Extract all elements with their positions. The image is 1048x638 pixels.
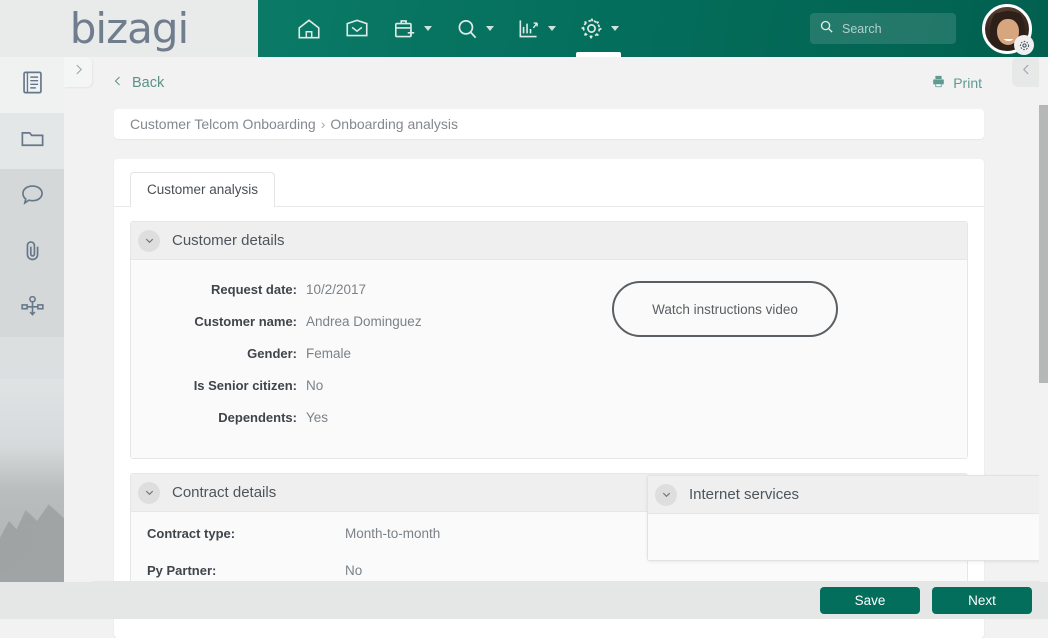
form-card: Customer analysis Customer details Reque… — [114, 159, 984, 638]
main-content: Back Print Customer Telcom Onboarding › … — [92, 57, 1040, 619]
panel-collapse-toggle[interactable] — [1012, 57, 1040, 87]
rail-item-form[interactable] — [0, 57, 64, 113]
panel-expand-toggle[interactable] — [64, 57, 92, 87]
field-label: Request date: — [131, 282, 306, 297]
chevron-down-icon[interactable] — [138, 482, 160, 504]
chevron-down-icon — [611, 26, 619, 31]
global-search[interactable] — [810, 13, 956, 44]
vertical-scrollbar-thumb[interactable] — [1039, 105, 1048, 383]
vertical-scrollbar[interactable] — [1039, 57, 1048, 582]
logo-zone: bizagi — [0, 0, 258, 57]
section-title: Contract details — [172, 484, 276, 501]
section-title: Customer details — [172, 232, 285, 249]
watch-instructions-video-button[interactable]: Watch instructions video — [612, 281, 838, 337]
field-value: 10/2/2017 — [306, 282, 366, 297]
search-icon — [819, 19, 834, 39]
field-value: No — [345, 563, 362, 578]
nav-item-analytics[interactable] — [508, 0, 564, 57]
chevron-down-icon[interactable] — [655, 484, 677, 506]
field-value: No — [306, 378, 323, 393]
chevron-down-icon — [424, 26, 432, 31]
app-header: bizagi — [0, 0, 1048, 57]
nav-item-new-case[interactable] — [384, 0, 440, 57]
search-input[interactable] — [842, 22, 947, 36]
gear-icon — [578, 15, 605, 42]
nav-icon-group — [288, 0, 627, 57]
home-icon — [296, 16, 322, 42]
field-label: Contract type: — [131, 526, 345, 541]
comment-bubble-icon — [19, 181, 46, 213]
chevron-down-icon — [486, 26, 494, 31]
rail-item-process[interactable] — [0, 281, 64, 337]
field-request-date: Request date: 10/2/2017 — [131, 282, 967, 297]
video-button-label: Watch instructions video — [652, 302, 798, 317]
nav-item-inbox[interactable] — [336, 0, 378, 57]
next-button[interactable]: Next — [932, 587, 1032, 614]
save-button[interactable]: Save — [820, 587, 920, 614]
print-label: Print — [953, 75, 982, 91]
breadcrumb: Customer Telcom Onboarding › Onboarding … — [114, 109, 984, 139]
chevron-right-icon — [72, 63, 85, 81]
action-bar: Save Next — [0, 582, 1048, 619]
field-label: Customer name: — [131, 314, 306, 329]
section-header[interactable]: Customer details — [131, 222, 967, 260]
chevron-left-icon — [1020, 63, 1033, 81]
field-value: Andrea Dominguez — [306, 314, 422, 329]
field-dependents: Dependents: Yes — [131, 410, 967, 425]
briefcase-plus-icon — [392, 16, 418, 42]
avatar[interactable] — [982, 4, 1032, 54]
magnifier-icon — [454, 16, 480, 42]
printer-icon — [931, 74, 946, 92]
breadcrumb-process[interactable]: Customer Telcom Onboarding — [130, 116, 316, 132]
chevron-down-icon — [548, 26, 556, 31]
section-customer-details: Customer details Request date: 10/2/2017… — [130, 221, 968, 459]
section-title: Internet services — [689, 486, 799, 503]
breadcrumb-activity: Onboarding analysis — [330, 116, 458, 132]
back-label: Back — [132, 75, 164, 91]
section-body: Request date: 10/2/2017 Customer name: A… — [131, 260, 967, 458]
content-toolbar: Back Print — [92, 57, 1040, 109]
nav-item-home[interactable] — [288, 0, 330, 57]
paperclip-icon — [19, 237, 46, 269]
field-value: Yes — [306, 410, 328, 425]
form-list-icon — [19, 69, 46, 101]
field-customer-name: Customer name: Andrea Dominguez — [131, 314, 967, 329]
back-button[interactable]: Back — [112, 75, 164, 91]
app-logo: bizagi — [70, 4, 188, 53]
breadcrumb-separator: › — [321, 116, 326, 132]
process-diagram-icon — [19, 293, 46, 325]
chevron-left-icon — [112, 75, 124, 91]
section-header[interactable]: Internet services — [648, 476, 1046, 514]
field-gender: Gender: Female — [131, 346, 967, 361]
field-value: Month-to-month — [345, 526, 440, 541]
field-label: Gender: — [131, 346, 306, 361]
field-is-senior-citizen: Is Senior citizen: No — [131, 378, 967, 393]
avatar-gear-icon[interactable] — [1014, 35, 1034, 55]
field-label: Dependents: — [131, 410, 306, 425]
tab-customer-analysis[interactable]: Customer analysis — [130, 172, 275, 207]
field-py-partner: Py Partner: No — [131, 563, 967, 578]
folder-icon — [19, 125, 46, 157]
field-label: Py Partner: — [131, 563, 345, 578]
nav-item-search[interactable] — [446, 0, 502, 57]
tab-label: Customer analysis — [147, 182, 258, 197]
section-body — [648, 514, 1046, 560]
field-label: Is Senior citizen: — [131, 378, 306, 393]
field-value: Female — [306, 346, 351, 361]
inbox-icon — [344, 16, 370, 42]
rail-item-comments[interactable] — [0, 169, 64, 225]
rail-item-attachments[interactable] — [0, 225, 64, 281]
tab-strip: Customer analysis — [114, 159, 984, 206]
chart-icon — [516, 16, 542, 42]
chevron-down-icon[interactable] — [138, 230, 160, 252]
nav-item-settings[interactable] — [570, 0, 627, 57]
left-icon-rail — [0, 57, 64, 619]
panel-internet-services: Internet services — [647, 475, 1047, 561]
top-navigation — [258, 0, 1048, 57]
rail-item-documents[interactable] — [0, 113, 64, 169]
print-button[interactable]: Print — [931, 74, 982, 92]
